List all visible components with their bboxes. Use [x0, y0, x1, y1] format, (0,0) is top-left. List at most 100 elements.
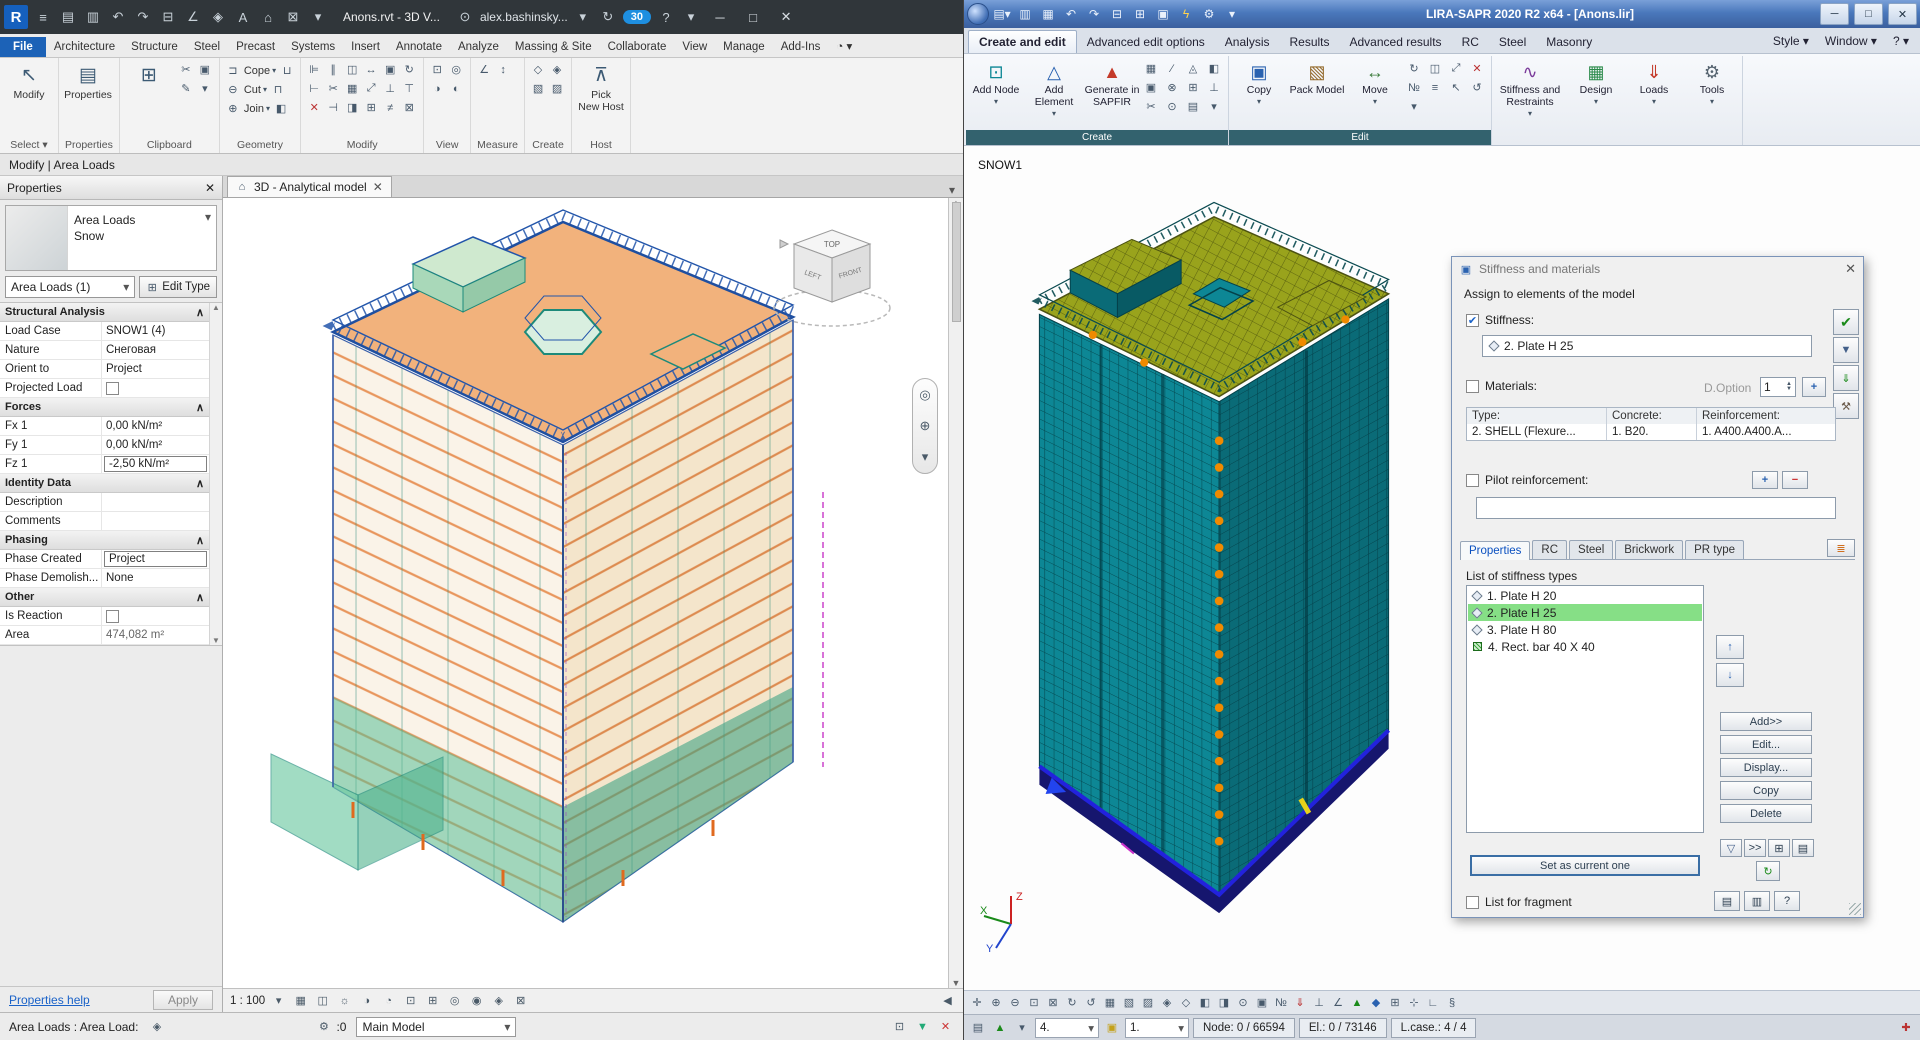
create-panel-label[interactable]: Create — [525, 137, 571, 153]
align-icon[interactable]: ⊫ — [305, 61, 323, 78]
tools-button[interactable]: ⚙ Tools▾ — [1684, 58, 1740, 108]
properties-close-icon[interactable]: ✕ — [205, 181, 215, 195]
clipboard-panel-label[interactable]: Clipboard — [120, 137, 219, 153]
move-icon[interactable]: ↔ — [362, 61, 380, 78]
property-value[interactable]: 0,00 kN/m² — [102, 417, 209, 435]
customize-qat-icon[interactable]: ▾ — [308, 7, 328, 27]
menu-help[interactable]: ? ▾ — [1886, 32, 1916, 50]
edit-tools-button[interactable]: ⚒ — [1833, 393, 1859, 419]
tab-analysis[interactable]: Analysis — [1215, 31, 1280, 53]
show-numbers-icon[interactable]: № — [1272, 994, 1290, 1011]
join-button[interactable]: Join — [244, 103, 264, 115]
mode-icon[interactable]: ▣ — [1103, 1019, 1121, 1036]
section-phasing[interactable]: Phasing∧ — [0, 531, 209, 550]
pick-from-model-button[interactable]: ⇓ — [1833, 365, 1859, 391]
worksets-icon[interactable]: ⚙ — [315, 1018, 332, 1035]
cut-to-clipboard-icon[interactable]: ✂ — [177, 61, 195, 78]
property-value[interactable] — [102, 493, 209, 511]
apply-filter-button[interactable]: ▼ — [1833, 337, 1859, 363]
print-icon[interactable]: ⊟ — [158, 7, 178, 27]
table-view-button[interactable]: ▤ — [1792, 839, 1814, 857]
trim-icon[interactable]: ⊢ — [305, 80, 323, 97]
add-plate-icon[interactable]: ▦ — [1142, 60, 1160, 77]
redo-icon[interactable]: ↷ — [133, 7, 153, 27]
edit-button[interactable]: Edit... — [1720, 735, 1812, 754]
tab-add-ins[interactable]: Add-Ins — [773, 37, 829, 57]
tab-advanced-results[interactable]: Advanced results — [1340, 31, 1452, 53]
show-nodes-icon[interactable]: ⊙ — [1234, 994, 1252, 1011]
property-value[interactable]: None — [102, 569, 209, 587]
maximize-button[interactable]: □ — [739, 4, 767, 30]
tab-analyze[interactable]: Analyze — [450, 37, 507, 57]
apply-confirm-button[interactable]: ✔ — [1833, 309, 1859, 335]
previous-view-icon[interactable]: ↺ — [1082, 994, 1100, 1011]
navbar-options-icon[interactable]: ▾ — [922, 449, 929, 465]
tab-rc[interactable]: RC — [1452, 31, 1489, 53]
property-value[interactable]: SNOW1 (4) — [102, 322, 209, 340]
temporary-hide-isolate-icon[interactable]: ◎ — [446, 992, 463, 1009]
dof-icon[interactable]: ⊥ — [1205, 79, 1223, 96]
add-button[interactable]: Add>> — [1720, 712, 1812, 731]
help-button[interactable]: ? — [1774, 891, 1800, 911]
scale-icon[interactable]: ⤢ — [362, 80, 380, 97]
section-identity-data[interactable]: Identity Data∧ — [0, 474, 209, 493]
property-row[interactable]: Load CaseSNOW1 (4) — [0, 322, 209, 341]
cope-button[interactable]: Cope — [244, 65, 270, 77]
host-panel-label[interactable]: Host — [572, 137, 630, 153]
tab-create-and-edit[interactable]: Create and edit — [968, 30, 1077, 53]
create-group-icon[interactable]: ◇ — [529, 61, 547, 78]
view-panel-label[interactable]: View — [424, 137, 470, 153]
refresh-button[interactable]: ↻ — [1756, 861, 1780, 881]
lira-model-view[interactable] — [994, 186, 1434, 946]
fit-view-icon[interactable]: ⊠ — [1044, 994, 1062, 1011]
property-value[interactable]: 0,00 kN/m² — [102, 436, 209, 454]
intersect-icon[interactable]: ⊗ — [1163, 79, 1181, 96]
tab-file[interactable]: File — [0, 37, 46, 57]
tab-manage[interactable]: Manage — [715, 37, 773, 57]
status-select-icon[interactable]: ✚ — [1897, 1019, 1915, 1036]
property-row[interactable]: Phase CreatedProject — [0, 550, 209, 569]
settings-icon[interactable]: ⚙ — [1199, 5, 1219, 24]
stiffness-and-restraints-button[interactable]: ∿ Stiffness and Restraints▾ — [1494, 58, 1566, 120]
revit-drawing-canvas[interactable]: TOP LEFT FRONT ◎ ⊕ ▾ — [223, 198, 948, 988]
set-as-current-button[interactable]: Set as current one — [1470, 855, 1700, 876]
screenshot-icon[interactable]: ⊞ — [1130, 5, 1150, 24]
scale-caret-icon[interactable]: ▾ — [270, 992, 287, 1009]
property-row[interactable]: Fz 1-2,50 kN/m² — [0, 455, 209, 474]
triangulation-icon[interactable]: ◬ — [1184, 60, 1202, 77]
tab-massing-site[interactable]: Massing & Site — [507, 37, 600, 57]
view-tab-3d-analytical[interactable]: ⌂ 3D - Analytical model ✕ — [227, 176, 392, 197]
type-selector[interactable]: Area Loads Snow ▾ — [5, 205, 217, 271]
list-item[interactable]: 1. Plate H 20 — [1468, 587, 1702, 604]
select-icon[interactable]: ↖ — [1447, 79, 1465, 96]
zoom-out-icon[interactable]: ⊖ — [1006, 994, 1024, 1011]
tab-results[interactable]: Results — [1279, 31, 1339, 53]
offset-copy-icon[interactable]: ◨ — [343, 99, 361, 116]
shadows-icon[interactable]: ◑ — [358, 992, 375, 1009]
projection-yz-icon[interactable]: ▨ — [1139, 994, 1157, 1011]
geometry-panel-label[interactable]: Geometry — [220, 137, 300, 153]
tab-pr-type[interactable]: PR type — [1685, 540, 1744, 559]
pilot-add-button[interactable]: + — [1752, 471, 1778, 489]
close-button[interactable]: ✕ — [1888, 3, 1917, 25]
property-row[interactable]: Fy 10,00 kN/m² — [0, 436, 209, 455]
extend-icon[interactable]: ⊣ — [324, 99, 342, 116]
list-item[interactable]: 3. Plate H 80 — [1468, 621, 1702, 638]
report-button[interactable]: ▥ — [1744, 891, 1770, 911]
temporary-isolate-icon[interactable]: ◐ — [447, 80, 465, 97]
doption-spinner[interactable]: 1 ▲▼ — [1760, 377, 1796, 397]
tag-icon[interactable]: ◈ — [208, 7, 228, 27]
lira-canvas[interactable]: SNOW1 — [964, 146, 1920, 990]
tab-insert[interactable]: Insert — [343, 37, 388, 57]
edit-type-button[interactable]: ⊞ Edit Type — [139, 276, 217, 298]
expand-list-button[interactable]: >> — [1744, 839, 1766, 857]
materials-table-row[interactable]: 2. SHELL (Flexure... 1. B20. 1. A400.A40… — [1467, 424, 1835, 440]
pack-model-button[interactable]: ▧ Pack Model — [1289, 58, 1345, 96]
delete-button[interactable]: Delete — [1720, 804, 1812, 823]
element-filter-combo[interactable]: Area Loads (1)▾ — [5, 276, 135, 298]
move-up-button[interactable]: ↑ — [1716, 635, 1744, 659]
app-menu-icon[interactable]: ≡ — [33, 7, 53, 27]
section-other[interactable]: Other∧ — [0, 588, 209, 607]
demolish-icon[interactable]: ⊠ — [400, 99, 418, 116]
search-icon[interactable]: ⊙ — [455, 7, 475, 27]
